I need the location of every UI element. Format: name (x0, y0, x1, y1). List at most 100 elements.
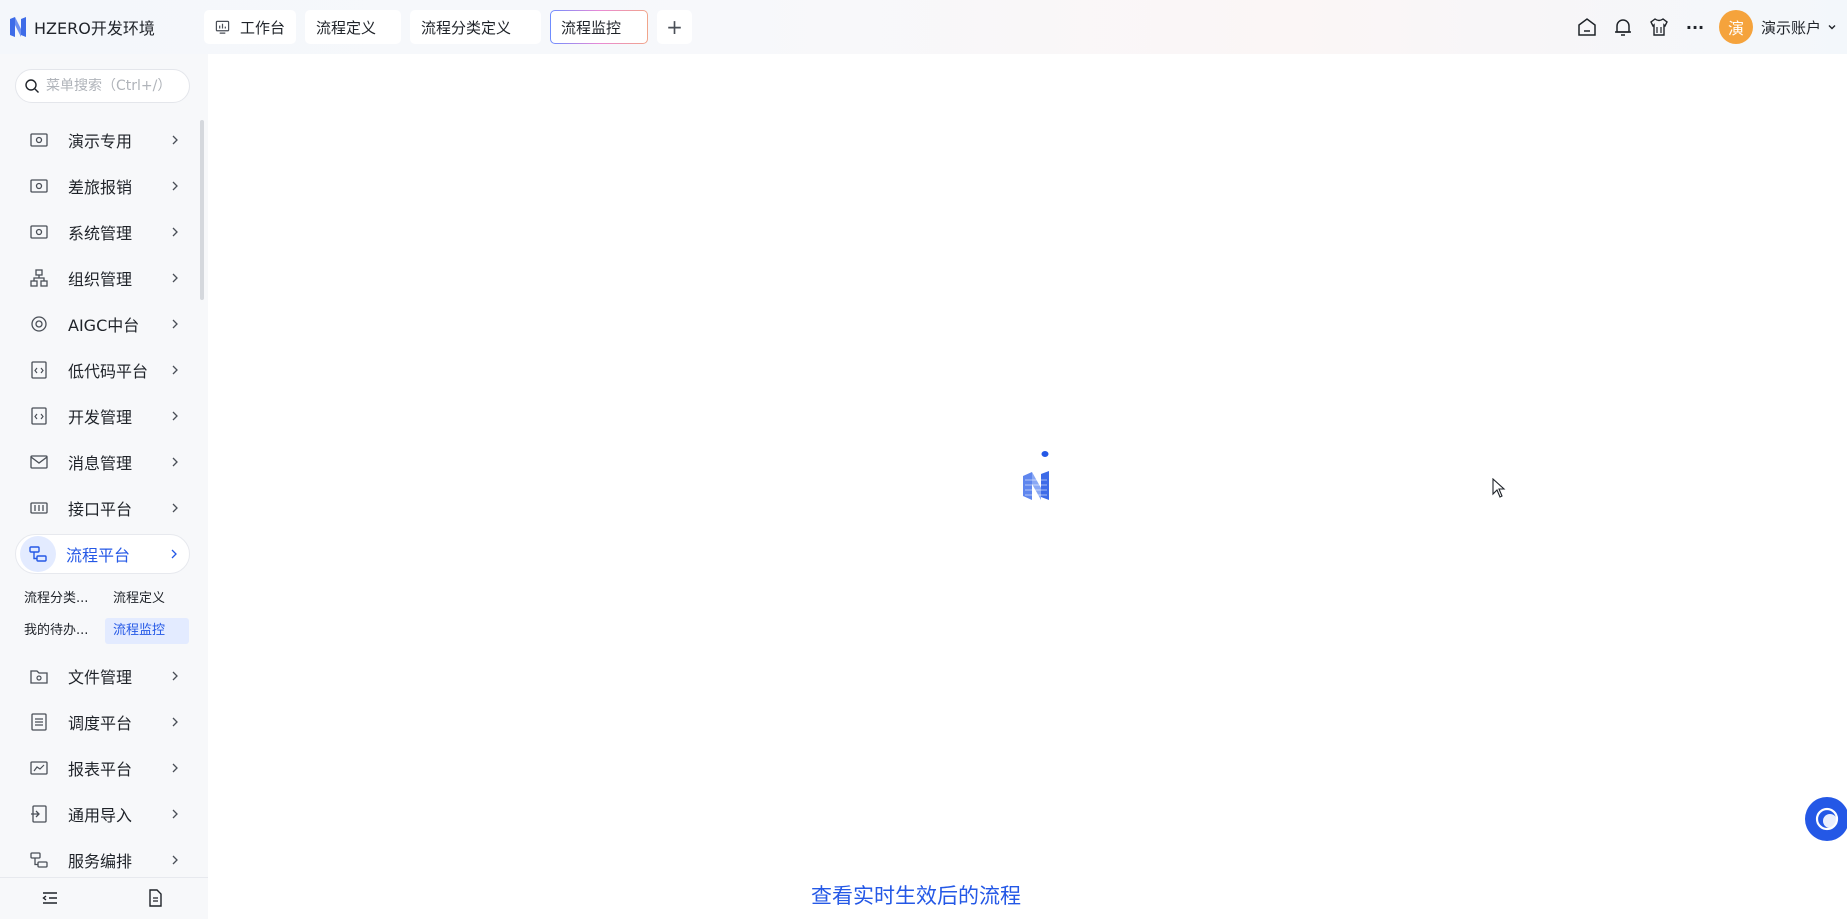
sidebar-item-label: 流程平台 (66, 546, 131, 565)
chevron-right-icon (172, 411, 178, 421)
chevron-right-icon (172, 227, 178, 237)
tab-bar: 工作台 流程定义 流程分类定义 流程监控 + (204, 10, 693, 44)
sidebar-item-system[interactable]: 系统管理 (15, 212, 190, 252)
sidebar-item-label: 差旅报销 (68, 178, 133, 197)
chevron-right-icon (172, 135, 178, 145)
sidebar-item-label: AIGC中台 (68, 316, 140, 335)
theme-button[interactable] (1641, 9, 1677, 45)
sidebar-item-aigc[interactable]: AIGC中台 (15, 304, 190, 344)
sidebar-item-label: 开发管理 (68, 408, 133, 427)
header-toolbar: ··· 演 演示账户 (1569, 0, 1847, 54)
monitor-icon (30, 133, 48, 147)
sidebar-item-process-platform[interactable]: 流程平台 (15, 534, 190, 574)
tab-process-definition[interactable]: 流程定义 (305, 10, 402, 44)
sidebar-item-import[interactable]: 通用导入 (15, 794, 190, 834)
add-tab-button[interactable]: + (657, 10, 693, 44)
sidebar-item-message[interactable]: 消息管理 (15, 442, 190, 482)
tab-workbench[interactable]: 工作台 (204, 10, 297, 44)
submenu-item-label: 流程分类... (24, 591, 89, 606)
more-button[interactable]: ··· (1677, 9, 1713, 45)
search-icon (25, 79, 39, 93)
chevron-right-icon (172, 457, 178, 467)
chevron-right-icon (172, 763, 178, 773)
chevron-right-icon (172, 319, 178, 329)
code-icon (31, 361, 47, 379)
avatar[interactable]: 演 (1718, 10, 1753, 44)
folder-icon (30, 670, 48, 684)
sidebar-item-interface[interactable]: 接口平台 (15, 488, 190, 528)
sidebar-item-label: 通用导入 (68, 806, 133, 825)
code-icon (31, 407, 47, 425)
app-logo[interactable]: HZERO开发环境 (8, 15, 204, 39)
hzero-logo-icon (10, 17, 26, 37)
sidebar-item-orchestration[interactable]: 服务编排 (15, 840, 190, 880)
chevron-right-icon (172, 717, 178, 727)
chevron-right-icon (172, 809, 178, 819)
avatar-initial: 演 (1727, 19, 1744, 38)
chat-bot-icon (1815, 807, 1839, 831)
report-icon (30, 761, 48, 775)
monitor-icon (30, 225, 48, 239)
sidebar-item-travel[interactable]: 差旅报销 (15, 166, 190, 206)
view-live-process-link[interactable]: 查看实时生效后的流程 (811, 880, 1021, 910)
flow-icon (30, 852, 48, 868)
sidebar-item-label: 调度平台 (68, 714, 133, 733)
sidebar-scrollbar[interactable] (200, 120, 204, 300)
chevron-down-icon[interactable] (1827, 22, 1837, 32)
tab-process-monitor[interactable]: 流程监控 (550, 10, 648, 44)
tab-label: 工作台 (240, 18, 286, 37)
sidebar: 演示专用 差旅报销 系统管理 组织管理 AIGC中台 低代码平台 (0, 54, 208, 919)
tab-label: 流程监控 (561, 18, 622, 37)
tab-label: 流程定义 (316, 18, 377, 37)
org-tree-icon (30, 269, 48, 287)
sidebar-item-org[interactable]: 组织管理 (15, 258, 190, 298)
sidebar-item-label: 演示专用 (68, 132, 133, 151)
submenu-item-label: 流程定义 (113, 591, 166, 606)
chevron-right-icon (172, 855, 178, 865)
sidebar-item-dev[interactable]: 开发管理 (15, 396, 190, 436)
home-button[interactable] (1569, 9, 1605, 45)
submenu-item-process-monitor[interactable]: 流程监控 (105, 618, 189, 644)
document-icon[interactable] (145, 888, 165, 908)
bell-icon (1614, 19, 1631, 36)
interface-icon (30, 502, 48, 514)
account-name[interactable]: 演示账户 (1761, 17, 1821, 38)
menu-search[interactable] (15, 69, 190, 103)
import-icon (31, 805, 47, 823)
sidebar-item-schedule[interactable]: 调度平台 (15, 702, 190, 742)
sidebar-item-label: 消息管理 (68, 454, 133, 473)
submenu-item-label: 我的待办... (24, 623, 89, 638)
sidebar-item-report[interactable]: 报表平台 (15, 748, 190, 788)
assistant-button[interactable] (1805, 797, 1847, 841)
top-bar: HZERO开发环境 工作台 流程定义 流程分类定义 流程监控 + ··· 演 演… (0, 0, 1847, 54)
chevron-right-icon (172, 181, 178, 191)
chevron-right-icon (172, 503, 178, 513)
tab-label: 流程分类定义 (421, 18, 512, 37)
collapse-menu-icon[interactable] (40, 888, 60, 908)
sidebar-item-label: 组织管理 (68, 270, 133, 289)
mail-icon (30, 455, 48, 469)
search-input[interactable] (46, 78, 186, 94)
tab-process-category-definition[interactable]: 流程分类定义 (410, 10, 542, 44)
chevron-right-icon (171, 549, 177, 559)
notification-button[interactable] (1605, 9, 1641, 45)
submenu-item-process-category[interactable]: 流程分类... (16, 586, 100, 612)
submenu-item-my-todo[interactable]: 我的待办... (16, 618, 100, 644)
flow-icon (29, 546, 47, 562)
shirt-icon (1650, 18, 1668, 36)
more-icon: ··· (1685, 17, 1705, 37)
plus-icon: + (666, 15, 683, 39)
sidebar-item-demo[interactable]: 演示专用 (15, 120, 190, 160)
app-name: HZERO开发环境 (34, 19, 155, 38)
sidebar-item-label: 接口平台 (68, 500, 133, 519)
main-content: 查看实时生效后的流程 (208, 54, 1847, 919)
sidebar-item-label: 报表平台 (68, 760, 133, 779)
sidebar-item-file[interactable]: 文件管理 (15, 656, 190, 696)
sidebar-item-label: 文件管理 (68, 668, 133, 687)
loading-spinner-icon (1023, 451, 1049, 500)
icon-badge (20, 536, 56, 572)
submenu-item-process-definition[interactable]: 流程定义 (105, 586, 189, 612)
sidebar-item-label: 低代码平台 (68, 362, 149, 381)
sidebar-item-lowcode[interactable]: 低代码平台 (15, 350, 190, 390)
sidebar-item-label: 系统管理 (68, 224, 133, 243)
